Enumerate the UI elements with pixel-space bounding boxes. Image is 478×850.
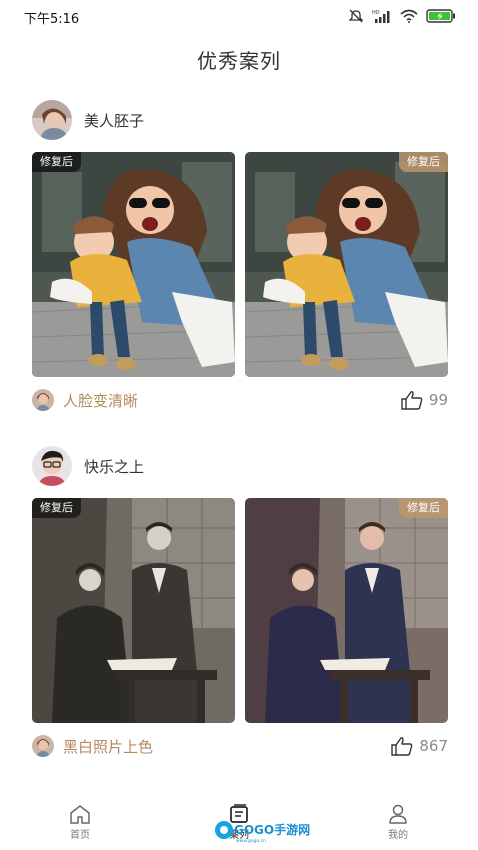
watermark-logo: GOGO手游网 www.gogo.cn [215, 821, 310, 844]
net-type-label: HD [372, 10, 380, 16]
signal-icon: HD [372, 10, 390, 23]
user-avatar[interactable] [32, 446, 72, 486]
feature-link[interactable]: 黑白照片上色 [32, 735, 153, 757]
after-tag: 修复后 [399, 152, 448, 172]
user-name: 美人胚子 [84, 111, 145, 130]
status-bar: 下午5:16 HD [0, 0, 478, 34]
like-count: 99 [428, 391, 448, 409]
tab-profile[interactable]: 我的 [348, 804, 448, 841]
profile-icon [389, 804, 407, 824]
case-footer: 黑白照片上色 867 [32, 734, 448, 758]
thumbs-up-icon [391, 737, 413, 756]
tab-label: 我的 [388, 830, 408, 841]
case-footer: 人脸变清晰 99 [32, 388, 448, 412]
battery-icon [426, 9, 455, 23]
user-name: 快乐之上 [84, 457, 145, 476]
after-photo[interactable]: 修复后 [245, 498, 448, 723]
feature-label: 黑白照片上色 [63, 737, 154, 756]
before-photo[interactable]: 修复后 [32, 498, 235, 723]
home-icon [70, 805, 90, 824]
before-tag: 修复后 [32, 498, 81, 518]
case-header: 美人胚子 [32, 100, 144, 140]
like-count: 867 [419, 737, 448, 755]
after-photo[interactable]: 修复后 [245, 152, 448, 377]
mute-icon [348, 9, 364, 23]
like-button[interactable]: 867 [391, 736, 448, 756]
watermark-sub: www.gogo.cn [236, 839, 266, 844]
feature-avatar [32, 389, 54, 411]
case-card: 美人胚子 修复后 修复后 人脸变清晰 99 [0, 100, 478, 420]
feature-avatar [32, 735, 54, 757]
wifi-icon [400, 9, 418, 23]
page-title: 优秀案列 [197, 49, 281, 73]
tab-home[interactable]: 首页 [30, 804, 130, 841]
case-card: 快乐之上 修复后 修复后 黑白照片上色 867 [0, 446, 478, 766]
thumbs-up-icon [401, 391, 423, 410]
tab-label: 首页 [70, 830, 90, 841]
case-header: 快乐之上 [32, 446, 144, 486]
feature-label: 人脸变清晰 [63, 391, 139, 410]
status-time: 下午5:16 [24, 12, 80, 27]
feature-link[interactable]: 人脸变清晰 [32, 389, 138, 411]
before-photo[interactable]: 修复后 [32, 152, 235, 377]
user-avatar[interactable] [32, 100, 72, 140]
like-button[interactable]: 99 [401, 390, 448, 410]
before-tag: 修复后 [32, 152, 81, 172]
watermark-text: GOGO手游网 [234, 822, 310, 837]
status-icons: HD [348, 9, 456, 23]
after-tag: 修复后 [399, 498, 448, 518]
